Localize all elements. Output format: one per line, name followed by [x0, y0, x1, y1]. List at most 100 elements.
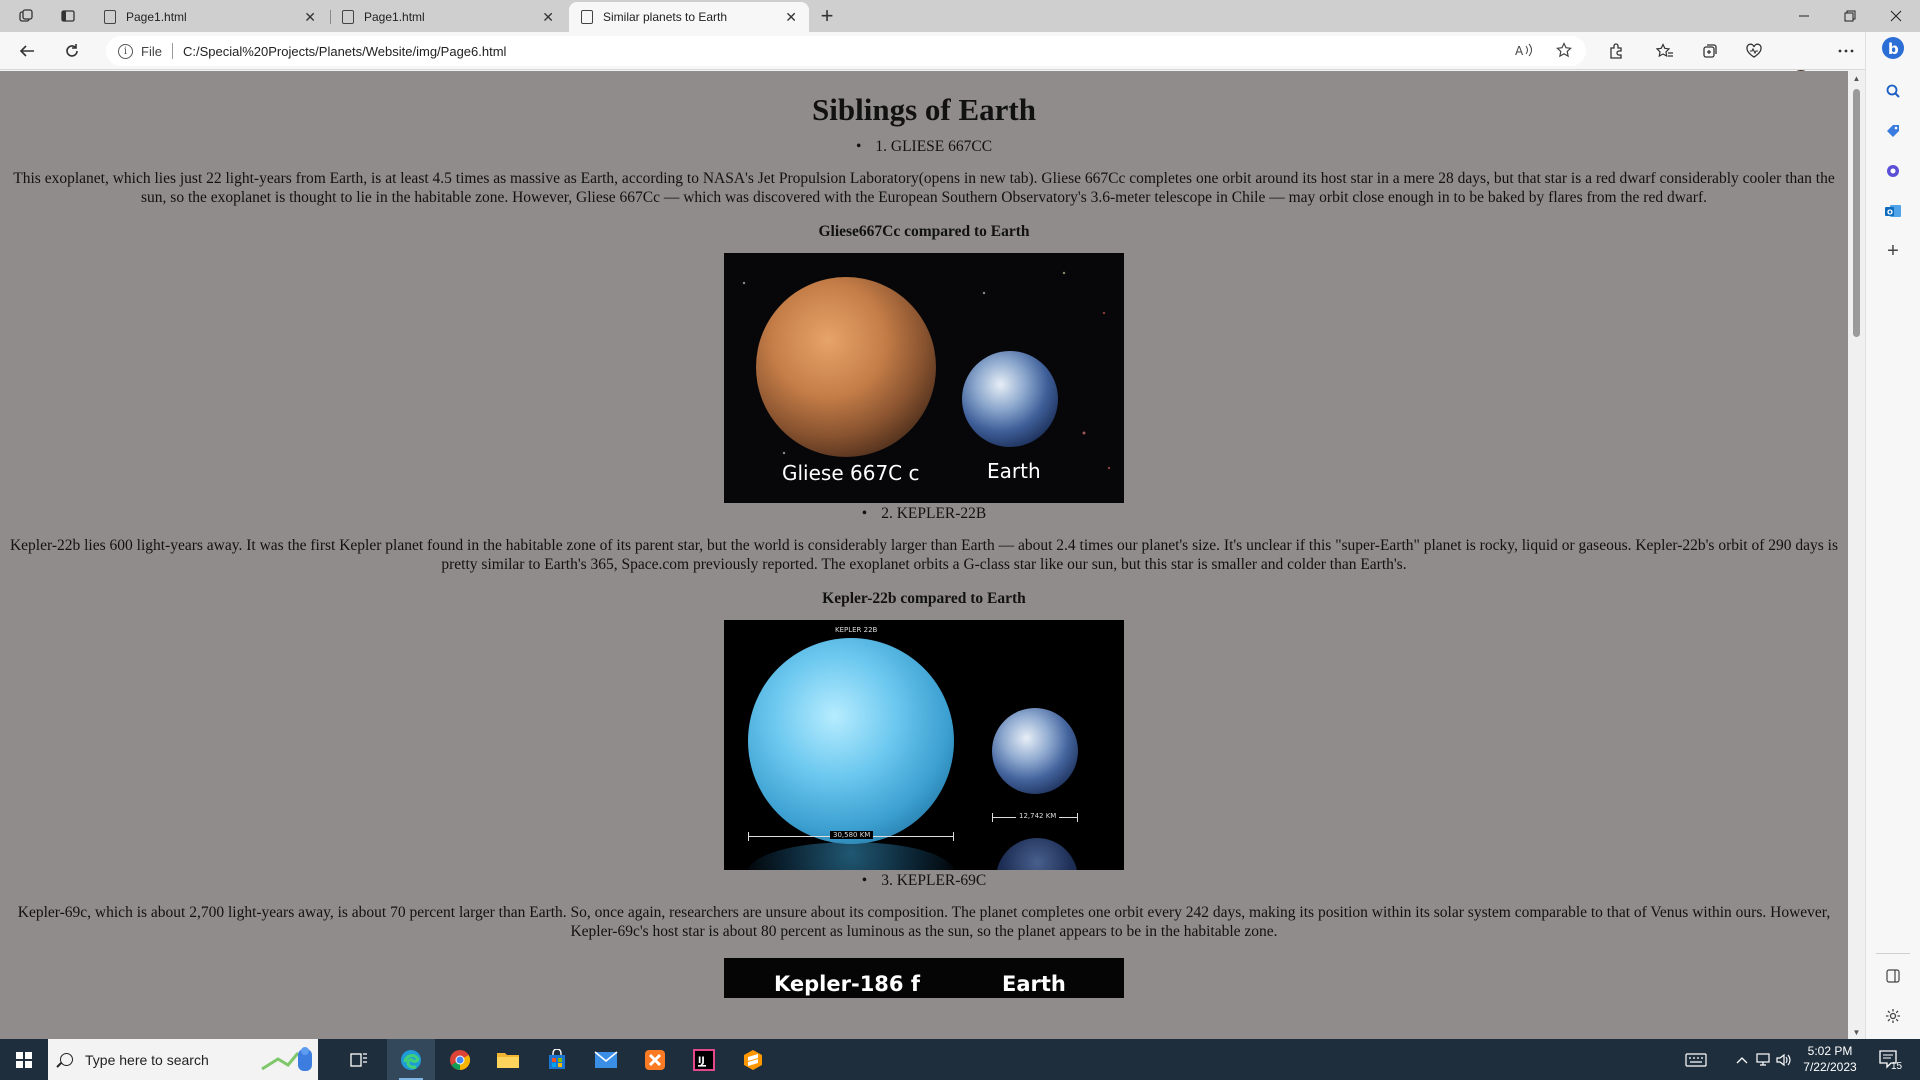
- paragraph-kepler22b: Kepler-22b lies 600 light-years away. It…: [9, 537, 1839, 573]
- intellij-icon[interactable]: IJ: [680, 1039, 728, 1080]
- more-options-icon[interactable]: [1832, 39, 1860, 63]
- scheme-label: File: [141, 43, 162, 59]
- planet-reflection: [748, 842, 954, 870]
- browser-essentials-icon[interactable]: [1740, 39, 1768, 63]
- favorite-star-icon[interactable]: [1550, 36, 1578, 64]
- minimize-button[interactable]: [1781, 0, 1827, 32]
- search-icon: [60, 1053, 73, 1066]
- search-placeholder: Type here to search: [85, 1051, 209, 1068]
- page-title: Siblings of Earth: [812, 92, 1036, 127]
- image-label-earth: Earth: [1002, 972, 1066, 996]
- clock-date: 7/22/2023: [1803, 1060, 1857, 1074]
- list-item-kepler69c: 3. KEPLER-69C: [0, 872, 1848, 890]
- volume-icon[interactable]: [1776, 1039, 1792, 1080]
- sidebar-settings-icon[interactable]: [1879, 1002, 1907, 1030]
- address-bar[interactable]: i File C:/Special%20Projects/Planets/Web…: [106, 36, 1586, 66]
- svg-text:IJ: IJ: [698, 1056, 705, 1066]
- show-hidden-icons[interactable]: [1736, 1039, 1748, 1080]
- network-icon[interactable]: [1756, 1039, 1774, 1080]
- tab-title: Page1.html: [364, 10, 425, 24]
- outlook-icon[interactable]: O: [1879, 197, 1907, 225]
- sidebar-divider: [1876, 953, 1910, 954]
- add-sidebar-app-icon[interactable]: +: [1879, 237, 1907, 265]
- image-gliese-vs-earth: Gliese 667C c Earth: [724, 253, 1124, 503]
- list-item-gliese: 1. GLIESE 667CC: [0, 138, 1848, 156]
- page-icon: [342, 10, 354, 24]
- scroll-thumb[interactable]: [1853, 89, 1860, 337]
- earth-reflection: [996, 838, 1078, 870]
- favorites-icon[interactable]: [1651, 39, 1679, 63]
- tab-page1-first[interactable]: Page1.html ✕: [92, 2, 328, 32]
- new-tab-button[interactable]: +: [814, 3, 840, 28]
- page-viewport: Siblings of Earth 1. GLIESE 667CC This e…: [0, 71, 1848, 1039]
- collections-icon[interactable]: [1696, 39, 1724, 63]
- site-info-icon[interactable]: i: [118, 43, 133, 59]
- read-aloud-icon[interactable]: A: [1510, 36, 1538, 64]
- caption-gliese: Gliese667Cc compared to Earth: [818, 223, 1030, 240]
- scroll-down-arrow[interactable]: ▼: [1848, 1025, 1865, 1039]
- scale-label-earth: 12,742 KM: [1016, 812, 1060, 820]
- clock-time: 5:02 PM: [1807, 1044, 1853, 1058]
- extensions-icon[interactable]: [1602, 39, 1630, 63]
- system-clock[interactable]: 5:02 PM 7/22/2023: [1794, 1043, 1866, 1075]
- xampp-icon[interactable]: [631, 1039, 679, 1080]
- image-label-gliese: Gliese 667C c: [782, 461, 920, 485]
- windows-logo-icon: [16, 1051, 32, 1068]
- search-highlight-illustration: [261, 1047, 312, 1071]
- tab-actions-icon[interactable]: [54, 4, 82, 28]
- close-window-button[interactable]: [1873, 0, 1919, 32]
- kepler22b-planet-illustration: [748, 638, 954, 844]
- image-label-kepler22b: KEPLER 22B: [832, 626, 881, 634]
- hide-sidebar-icon[interactable]: [1879, 962, 1907, 990]
- edge-taskbar-icon[interactable]: [387, 1039, 435, 1080]
- chrome-taskbar-icon[interactable]: [436, 1039, 484, 1080]
- close-tab-icon[interactable]: ✕: [304, 9, 316, 26]
- svg-text:A: A: [1515, 44, 1524, 57]
- edge-sidebar: b O +: [1865, 32, 1920, 1039]
- tab-strip: Page1.html ✕ Page1.html ✕ Similar planet…: [0, 0, 1920, 32]
- paragraph-gliese: This exoplanet, which lies just 22 light…: [13, 170, 1835, 206]
- page-scrollbar[interactable]: ▲ ▼: [1848, 71, 1865, 1039]
- notification-count: 15: [1891, 1061, 1903, 1072]
- paragraph-kepler69c: Kepler-69c, which is about 2,700 light-y…: [17, 904, 1831, 940]
- close-tab-icon[interactable]: ✕: [785, 9, 797, 26]
- notification-center-icon[interactable]: 15: [1878, 1039, 1904, 1080]
- svg-text:b: b: [1888, 40, 1899, 58]
- task-view-icon[interactable]: [335, 1039, 383, 1080]
- url-text[interactable]: C:/Special%20Projects/Planets/Website/im…: [183, 44, 506, 59]
- tools-icon[interactable]: [1879, 157, 1907, 185]
- windows-taskbar: Type here to search IJ 5:02 PM 7/22/2023…: [0, 1039, 1920, 1080]
- shopping-icon[interactable]: [1879, 117, 1907, 145]
- scroll-up-arrow[interactable]: ▲: [1848, 71, 1865, 85]
- image-label-kepler186f: Kepler-186 f: [774, 972, 920, 996]
- page-icon: [581, 10, 593, 24]
- svg-text:O: O: [1887, 209, 1893, 217]
- search-icon[interactable]: [1879, 77, 1907, 105]
- keyboard-icon[interactable]: [1685, 1039, 1707, 1080]
- sublime-icon[interactable]: [729, 1039, 777, 1080]
- tab-title: Page1.html: [126, 10, 187, 24]
- address-divider: [171, 43, 173, 59]
- image-label-earth: Earth: [987, 459, 1041, 483]
- tab-title: Similar planets to Earth: [603, 10, 728, 24]
- caption-kepler22b: Kepler-22b compared to Earth: [822, 590, 1026, 607]
- close-tab-icon[interactable]: ✕: [542, 9, 554, 26]
- file-explorer-icon[interactable]: [484, 1039, 532, 1080]
- list-item-kepler22b: 2. KEPLER-22B: [0, 505, 1848, 523]
- tab-page1-second[interactable]: Page1.html ✕: [330, 2, 566, 32]
- image-kepler186f-vs-earth: Kepler-186 f Earth: [724, 958, 1124, 998]
- mail-icon[interactable]: [582, 1039, 630, 1080]
- earth-illustration: [962, 351, 1058, 447]
- scale-label-kepler: 30,580 KM: [830, 831, 874, 839]
- tab-similar-planets[interactable]: Similar planets to Earth ✕: [569, 2, 809, 32]
- start-button[interactable]: [0, 1039, 48, 1080]
- store-icon[interactable]: [533, 1039, 581, 1080]
- gliese-planet-illustration: [756, 277, 936, 457]
- image-kepler22b-vs-earth: KEPLER 22B 30,580 KM 12,742 KM: [724, 620, 1124, 870]
- bing-copilot-icon[interactable]: b: [1879, 34, 1907, 62]
- refresh-button[interactable]: [58, 39, 86, 63]
- restore-button[interactable]: [1827, 0, 1873, 32]
- back-button[interactable]: [13, 39, 41, 63]
- workspaces-icon[interactable]: [12, 4, 40, 28]
- browser-toolbar: i File C:/Special%20Projects/Planets/Web…: [0, 32, 1920, 92]
